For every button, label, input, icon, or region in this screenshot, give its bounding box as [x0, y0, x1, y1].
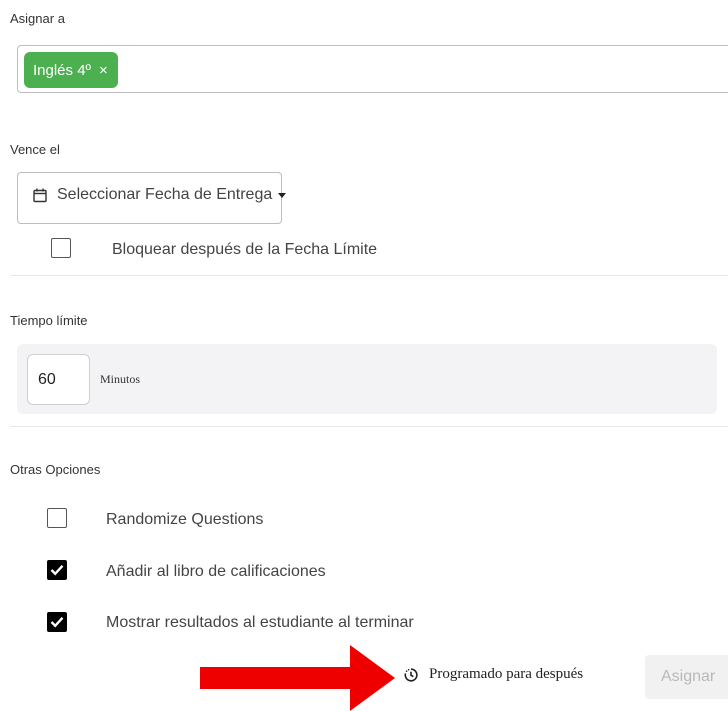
schedule-later-button[interactable]: Programado para después [403, 666, 583, 683]
divider [10, 426, 728, 427]
other-options-label: Otras Opciones [10, 462, 101, 477]
time-limit-input[interactable]: 60 [27, 354, 90, 405]
time-limit-unit: Minutos [100, 372, 141, 386]
add-to-gradebook-checkbox[interactable] [47, 560, 67, 580]
show-results-label: Mostrar resultados al estudiante al term… [106, 614, 414, 631]
red-arrow-annotation [200, 645, 395, 711]
assign-label: Asignar a [10, 11, 65, 26]
chevron-down-icon [278, 192, 287, 198]
date-picker-content[interactable]: Seleccionar Fecha de Entrega [33, 186, 287, 204]
calendar-icon [33, 188, 47, 202]
checkmark-icon [50, 616, 64, 628]
schedule-later-label: Programado para después [429, 666, 584, 682]
due-label: Vence el [10, 142, 60, 157]
randomize-questions-label: Randomize Questions [106, 511, 264, 528]
assign-field[interactable] [17, 45, 728, 93]
time-limit-label: Tiempo límite [10, 313, 88, 328]
lock-after-due-label: Bloquear después de la Fecha Límite [112, 241, 378, 258]
assign-button[interactable]: Asignar [645, 655, 728, 699]
divider [10, 275, 728, 276]
chip-label: Inglés 4º [33, 61, 92, 79]
date-placeholder: Seleccionar Fecha de Entrega [57, 186, 273, 203]
add-to-gradebook-label: Añadir al libro de calificaciones [106, 563, 326, 580]
clock-icon [404, 667, 418, 682]
assign-chip[interactable]: Inglés 4º × [24, 52, 118, 88]
randomize-questions-checkbox[interactable] [47, 508, 67, 528]
chip-remove-icon[interactable]: × [99, 63, 108, 78]
show-results-checkbox[interactable] [47, 612, 67, 632]
checkmark-icon [50, 564, 64, 576]
lock-after-due-checkbox[interactable] [51, 238, 71, 258]
